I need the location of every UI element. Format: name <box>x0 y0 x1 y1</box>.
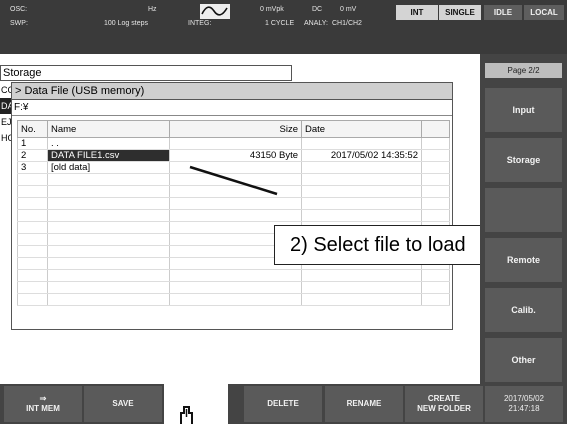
status-bar: OSC: Hz SWP: 100 Log steps INTEG: 0 mVpk… <box>0 0 567 54</box>
osc-offset: 0 mV <box>340 6 357 13</box>
integ-label: INTEG: <box>188 20 212 27</box>
integ-value: 1 CYCLE <box>265 20 295 27</box>
input-softkey[interactable]: Input <box>485 88 562 132</box>
analy-value: CH1/CH2 <box>332 20 362 27</box>
int-mem-softkey[interactable]: ⇒ INT MEM <box>4 386 82 422</box>
plug-slot <box>164 384 228 424</box>
sweep-mode: 100 Log steps <box>104 20 148 27</box>
create-label: CREATE <box>427 394 461 403</box>
rename-softkey[interactable]: RENAME <box>325 386 403 422</box>
new-folder-label: NEW FOLDER <box>417 404 471 413</box>
right-arrow-icon: ⇒ <box>39 394 47 403</box>
callout-leader-line <box>189 165 278 196</box>
osc-dc-label: DC <box>312 6 323 13</box>
idle-indicator: IDLE <box>484 5 522 20</box>
blank-softkey[interactable] <box>485 188 562 232</box>
int-mem-label: INT MEM <box>26 404 60 413</box>
local-indicator: LOCAL <box>524 5 564 20</box>
page-indicator: Page 2/2 <box>485 63 562 78</box>
osc-amplitude: 0 mVpk <box>260 6 284 13</box>
date-time-display: 2017/05/02 21:47:18 <box>485 386 563 422</box>
right-softkeys: Page 2/2 Input Storage Remote Calib. Oth… <box>480 54 567 384</box>
usb-plug-icon <box>178 406 198 424</box>
time: 21:47:18 <box>508 404 540 413</box>
calib-softkey[interactable]: Calib. <box>485 288 562 332</box>
bottom-softkeys: ⇒ INT MEM SAVE DELETE RENAME CREATE NEW … <box>0 384 567 424</box>
remote-softkey[interactable]: Remote <box>485 238 562 282</box>
other-softkey[interactable]: Other <box>485 338 562 382</box>
date: 2017/05/02 <box>503 394 545 403</box>
storage-softkey[interactable]: Storage <box>485 138 562 182</box>
delete-softkey[interactable]: DELETE <box>244 386 322 422</box>
analy-label: ANALY: <box>304 20 328 27</box>
single-indicator: SINGLE <box>439 5 481 20</box>
osc-frequency-unit: Hz <box>148 6 157 13</box>
waveform-icon <box>200 4 230 19</box>
save-softkey[interactable]: SAVE <box>84 386 162 422</box>
callout-text: 2) Select file to load <box>290 234 466 256</box>
instrument-screen: OSC: Hz SWP: 100 Log steps INTEG: 0 mVpk… <box>0 0 567 424</box>
main-area: Storage CC DA EJ HC > Data File (USB mem… <box>0 54 566 384</box>
osc-label: OSC: <box>10 6 28 13</box>
swp-label: SWP: <box>10 20 28 27</box>
int-indicator: INT <box>396 5 438 20</box>
create-new-folder-softkey[interactable]: CREATE NEW FOLDER <box>405 386 483 422</box>
